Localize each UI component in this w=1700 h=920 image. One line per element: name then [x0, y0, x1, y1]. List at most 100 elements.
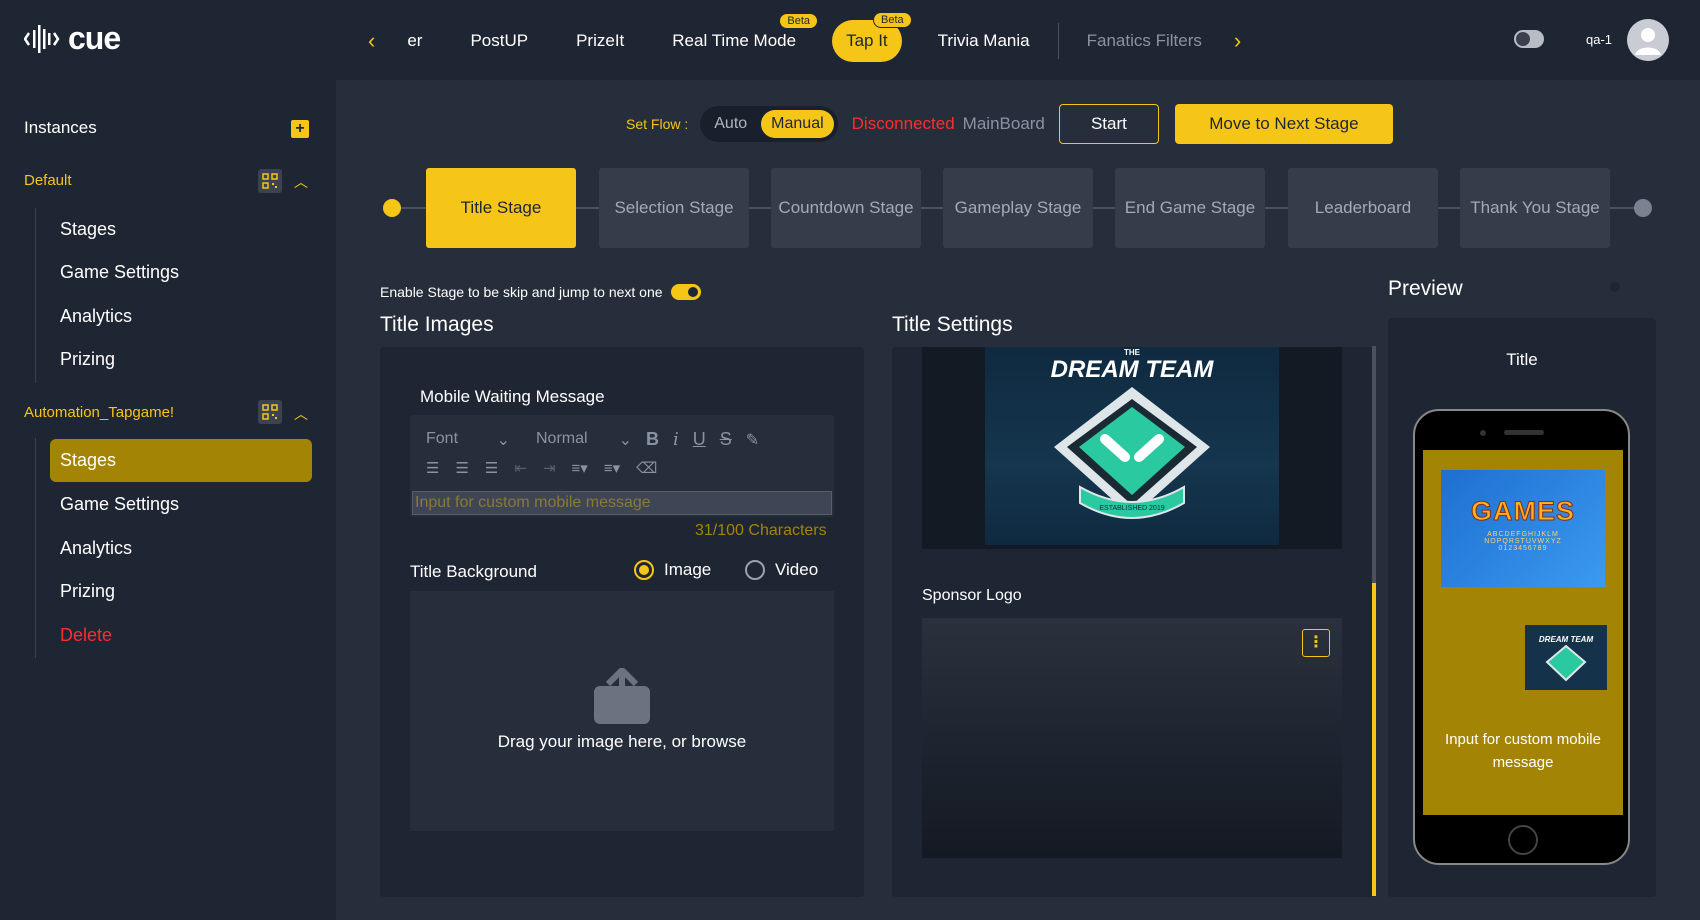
strikethrough-icon[interactable]: S [720, 429, 732, 450]
stage-end-dot [1634, 199, 1652, 217]
game-tabs: ‹ er PostUP PrizeIt Real Time Mode Beta T… [360, 12, 1249, 62]
title-images-heading: Title Images [380, 313, 494, 336]
games-image: GAMES ABCDEFGHIJKLM NOPQRSTUVWXYZ 012345… [1441, 470, 1605, 587]
flow-bar: Set Flow : Auto Manual Disconnected Main… [626, 104, 1393, 144]
mobile-message-label: Mobile Waiting Message [420, 387, 605, 406]
stage-start-dot [383, 199, 401, 217]
logo-text: cue [68, 20, 121, 56]
phone-camera [1480, 430, 1486, 436]
title-background-label: Title Background [410, 562, 537, 581]
radio-video[interactable] [745, 560, 765, 580]
bold-icon[interactable]: B [646, 429, 659, 450]
font-select[interactable]: Font ⌄ [426, 430, 510, 450]
tree-line [35, 438, 36, 658]
tab-fanatics-filters[interactable]: Fanatics Filters [1063, 20, 1226, 62]
tab-divider [1057, 23, 1059, 59]
start-button[interactable]: Start [1058, 104, 1159, 144]
qr-code-icon[interactable] [258, 400, 282, 424]
stage-end-game[interactable]: End Game Stage [1115, 168, 1265, 248]
chevron-right-icon[interactable]: › [1226, 28, 1249, 54]
add-instance-button[interactable]: + [291, 120, 309, 138]
rich-text-editor: Font ⌄ Normal ⌄ B i U S ✎ ☰ ☰ ☰ ⇤ ⇥ ≡▾ ≡▾ … [410, 415, 834, 517]
stage-title[interactable]: Title Stage [426, 168, 576, 248]
stage-countdown[interactable]: Countdown Stage [771, 168, 921, 248]
size-select[interactable]: Normal ⌄ [536, 430, 632, 450]
more-options-icon[interactable]: ⋮ [1302, 629, 1330, 657]
board-name: MainBoard [962, 114, 1045, 133]
bg-video-option[interactable]: Video [745, 560, 818, 580]
align-left-icon[interactable]: ☰ [426, 459, 439, 477]
stage-selection[interactable]: Selection Stage [599, 168, 749, 248]
mobile-message-input[interactable]: Input for custom mobile message [412, 491, 832, 515]
sidebar-item-stages-active[interactable]: Stages [50, 439, 312, 482]
bullet-list-icon[interactable]: ≡▾ [604, 459, 620, 477]
tab-real-time-mode[interactable]: Real Time Mode Beta [648, 13, 820, 62]
next-stage-button[interactable]: Move to Next Stage [1174, 104, 1393, 144]
set-flow-label: Set Flow : [626, 116, 689, 132]
outdent-icon[interactable]: ⇤ [514, 459, 527, 477]
theme-toggle[interactable] [1514, 30, 1544, 48]
games-title: GAMES [1470, 496, 1575, 527]
tab-prizeit[interactable]: PrizeIt [552, 20, 648, 62]
logo-subtitle: ESTABLISHED 2019 [1099, 505, 1164, 512]
dream-team-logo-icon: ESTABLISHED 2019 THE DREAM TEAM [1051, 348, 1215, 519]
delete-instance-button[interactable]: Delete [60, 625, 112, 646]
flow-manual-option[interactable]: Manual [761, 110, 834, 138]
sidebar-item-stages[interactable]: Stages [60, 219, 116, 240]
instances-label: Instances [24, 118, 97, 137]
sidebar-item-prizing[interactable]: Prizing [60, 581, 115, 602]
collapse-icon[interactable]: ︿ [294, 172, 308, 192]
sponsor-logo-area[interactable] [922, 618, 1342, 858]
sponsor-logo-label: Sponsor Logo [922, 587, 1022, 604]
beta-badge: Beta [873, 12, 912, 28]
stage-gameplay[interactable]: Gameplay Stage [943, 168, 1093, 248]
bg-image-option[interactable]: Image [634, 560, 711, 580]
collapse-icon[interactable]: ︿ [294, 404, 308, 424]
sidebar-item-analytics[interactable]: Analytics [60, 538, 132, 559]
avatar[interactable] [1627, 19, 1669, 61]
flow-auto-option[interactable]: Auto [704, 110, 757, 138]
tree-line [35, 208, 36, 383]
qr-code-icon[interactable] [258, 169, 282, 193]
stage-leaderboard[interactable]: Leaderboard [1288, 168, 1438, 248]
italic-icon[interactable]: i [673, 429, 679, 450]
tab-er[interactable]: er [383, 20, 446, 62]
character-count: 31/100 Characters [695, 522, 827, 539]
connection-status: Disconnected [851, 114, 955, 133]
cue-waveform-icon [24, 24, 60, 53]
mini-dream-team-image: DREAM TEAM [1525, 625, 1607, 690]
beta-badge: Beta [779, 13, 819, 29]
indent-icon[interactable]: ⇥ [543, 459, 556, 477]
chevron-left-icon[interactable]: ‹ [360, 28, 383, 54]
sidebar-item-prizing[interactable]: Prizing [60, 349, 115, 370]
scrollbar-thumb[interactable] [1372, 583, 1376, 896]
underline-icon[interactable]: U [693, 429, 706, 450]
radio-image[interactable] [634, 560, 654, 580]
group-title-automation[interactable]: Automation_Tapgame! [24, 404, 174, 421]
sidebar-item-game-settings[interactable]: Game Settings [60, 262, 179, 283]
align-right-icon[interactable]: ☰ [485, 459, 498, 477]
dream-team-image: ESTABLISHED 2019 THE DREAM TEAM [985, 347, 1279, 545]
phone-home-button [1508, 825, 1538, 855]
logo-title-text: DREAM TEAM [1051, 356, 1215, 383]
mini-logo-text: DREAM TEAM [1538, 635, 1594, 644]
stage-thank-you[interactable]: Thank You Stage [1460, 168, 1610, 248]
games-digits: 0123456789 [1498, 545, 1548, 552]
tab-tap-it[interactable]: Tap It Beta [832, 12, 912, 62]
dropzone-text: Drag your image here, or browse [497, 732, 747, 751]
clear-format-icon[interactable]: ⌫ [636, 459, 657, 477]
games-letters-1: ABCDEFGHIJKLM [1487, 531, 1559, 538]
tab-postup[interactable]: PostUP [446, 20, 552, 62]
app-logo[interactable]: cue [24, 20, 121, 57]
skip-stage-toggle[interactable] [670, 284, 701, 300]
user-name: qa-1 [1586, 32, 1613, 47]
tab-trivia-mania[interactable]: Trivia Mania [914, 20, 1054, 62]
align-center-icon[interactable]: ☰ [455, 459, 468, 477]
preview-message: Input for custom mobile message [1445, 731, 1601, 771]
highlight-icon[interactable]: ✎ [746, 430, 759, 450]
sidebar-item-analytics[interactable]: Analytics [60, 306, 132, 327]
sidebar-item-game-settings[interactable]: Game Settings [60, 494, 179, 515]
group-title-default[interactable]: Default [24, 172, 72, 189]
ordered-list-icon[interactable]: ≡▾ [572, 459, 588, 477]
title-settings-heading: Title Settings [892, 313, 1013, 336]
